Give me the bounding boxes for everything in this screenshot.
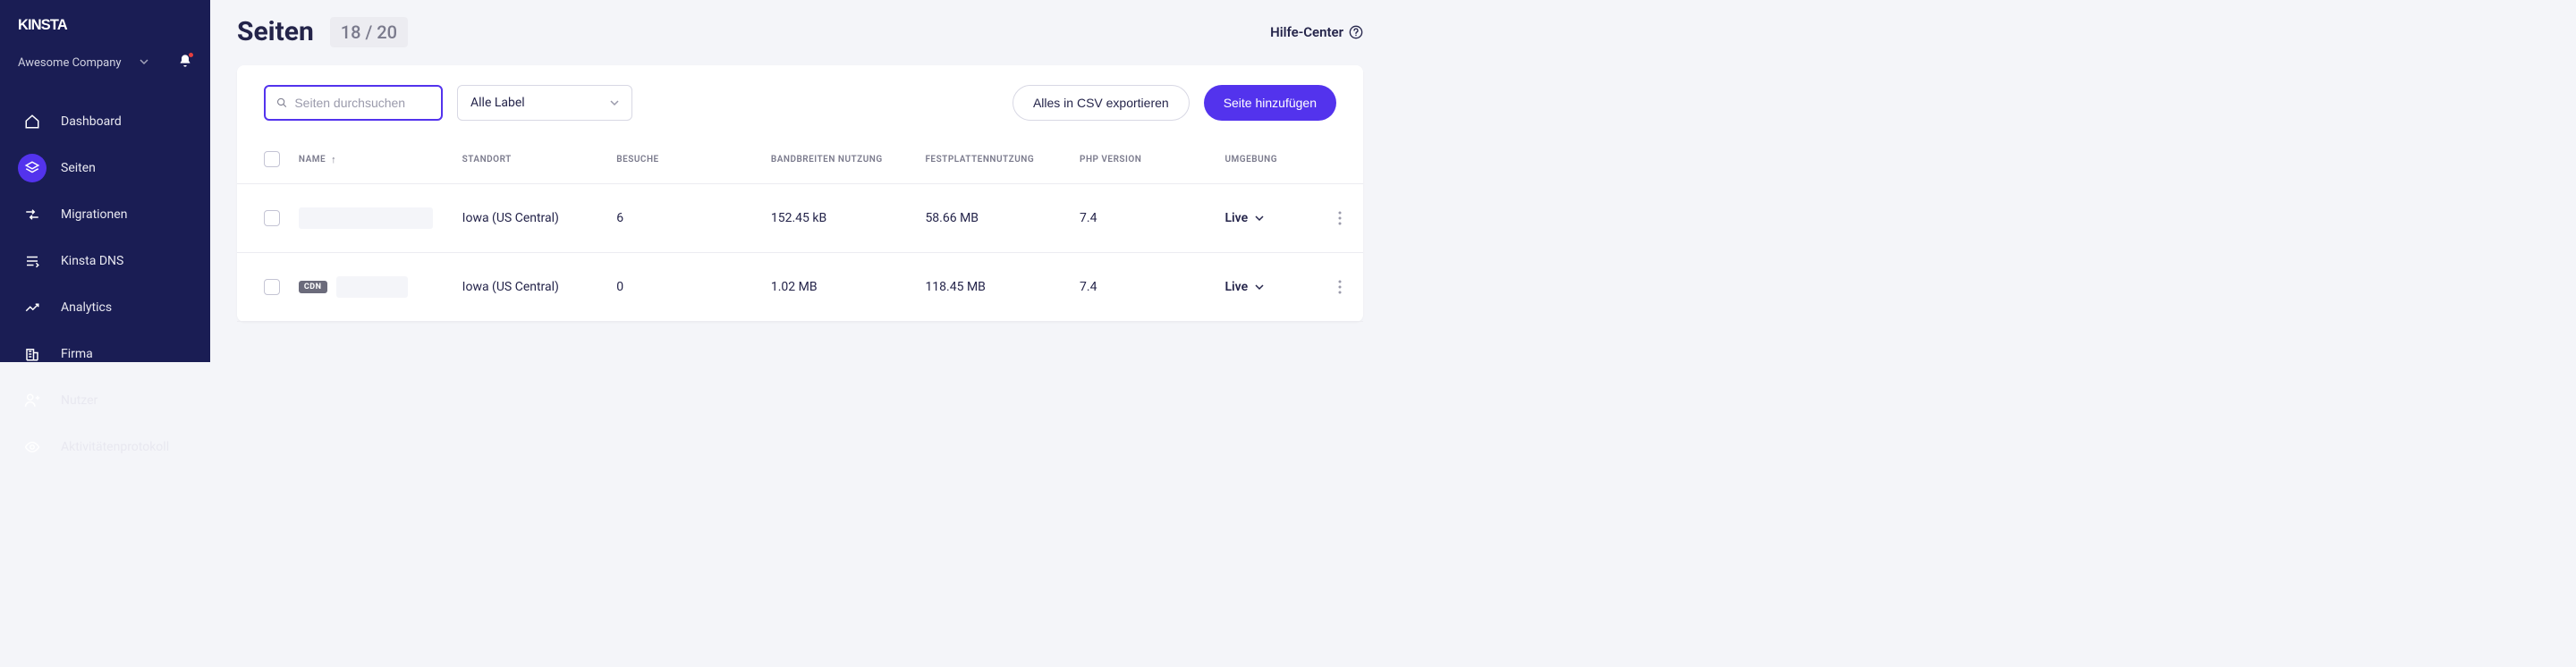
cell-location: Iowa (US Central) — [455, 184, 610, 253]
cell-disk: 58.66 MB — [918, 184, 1072, 253]
site-name-redacted — [299, 207, 433, 229]
add-site-button[interactable]: Seite hinzufügen — [1204, 85, 1336, 121]
select-all-checkbox[interactable] — [264, 151, 280, 167]
help-label: Hilfe-Center — [1270, 24, 1343, 40]
nav-label: Aktivitätenprotokoll — [61, 440, 169, 454]
more-vertical-icon — [1338, 211, 1342, 225]
env-label: Live — [1224, 280, 1248, 294]
page-title: Seiten — [237, 16, 314, 47]
migration-icon — [18, 200, 47, 229]
column-header-location[interactable]: STANDORT — [455, 140, 610, 184]
nav-firma[interactable]: Firma — [0, 331, 210, 377]
sort-arrow-up-icon: ↑ — [331, 154, 336, 165]
nav-kinsta-dns[interactable]: Kinsta DNS — [0, 238, 210, 284]
layers-icon — [18, 154, 47, 182]
more-vertical-icon — [1338, 280, 1342, 294]
sites-table: NAME ↑ STANDORT BESUCHE BANDBREITEN NUTZ… — [237, 140, 1363, 322]
brand-logo: KINSTA — [0, 0, 210, 46]
svg-text:KINSTA: KINSTA — [18, 17, 68, 33]
nav-dashboard[interactable]: Dashboard — [0, 98, 210, 145]
cell-visits: 6 — [609, 184, 764, 253]
nav-seiten[interactable]: Seiten — [0, 145, 210, 191]
search-input[interactable] — [294, 96, 430, 110]
table-row[interactable]: Iowa (US Central) 6 152.45 kB 58.66 MB 7… — [237, 184, 1363, 253]
home-icon — [18, 107, 47, 136]
env-selector[interactable]: Live — [1224, 211, 1319, 225]
row-checkbox[interactable] — [264, 210, 280, 226]
cell-disk: 118.45 MB — [918, 253, 1072, 322]
column-header-php[interactable]: PHP VERSION — [1072, 140, 1217, 184]
chevron-down-icon — [1255, 283, 1264, 291]
main-content: Seiten 18 / 20 Hilfe-Center Alle Label — [210, 0, 1390, 362]
cell-bandwidth: 152.45 kB — [764, 184, 919, 253]
label-filter-select[interactable]: Alle Label — [457, 85, 632, 121]
column-header-env[interactable]: UMGEBUNG — [1217, 140, 1326, 184]
row-checkbox[interactable] — [264, 279, 280, 295]
company-name-label: Awesome Company — [18, 56, 122, 70]
row-actions-button[interactable] — [1334, 280, 1345, 294]
nav-label: Migrationen — [61, 207, 127, 222]
nav-label: Analytics — [61, 300, 112, 315]
nav-label: Firma — [61, 347, 93, 361]
table-row[interactable]: CDN Iowa (US Central) 0 1.02 MB 118.45 M… — [237, 253, 1363, 322]
notifications-button[interactable] — [178, 54, 192, 72]
chevron-down-icon — [140, 56, 148, 70]
row-actions-button[interactable] — [1334, 211, 1345, 225]
label-filter-text: Alle Label — [470, 96, 525, 110]
chevron-down-icon — [1255, 214, 1264, 223]
search-icon — [276, 97, 287, 109]
analytics-icon — [18, 293, 47, 322]
building-icon — [18, 340, 47, 368]
export-csv-button[interactable]: Alles in CSV exportieren — [1013, 85, 1190, 121]
help-icon — [1349, 25, 1363, 39]
cell-location: Iowa (US Central) — [455, 253, 610, 322]
nav-label: Seiten — [61, 161, 96, 175]
company-selector[interactable]: Awesome Company — [18, 56, 148, 70]
chevron-down-icon — [610, 98, 619, 107]
column-header-name[interactable]: NAME ↑ — [299, 154, 448, 165]
sites-panel: Alle Label Alles in CSV exportieren Seit… — [237, 65, 1363, 322]
nav-label: Dashboard — [61, 114, 122, 129]
sidebar: KINSTA Awesome Company Dashboard Seiten — [0, 0, 210, 362]
column-header-visits[interactable]: BESUCHE — [609, 140, 764, 184]
main-nav: Dashboard Seiten Migrationen Kinsta DNS … — [0, 89, 210, 479]
help-center-link[interactable]: Hilfe-Center — [1270, 24, 1363, 40]
cell-bandwidth: 1.02 MB — [764, 253, 919, 322]
nav-analytics[interactable]: Analytics — [0, 284, 210, 331]
nav-migrationen[interactable]: Migrationen — [0, 191, 210, 238]
nav-aktivitaet[interactable]: Aktivitätenprotokoll — [0, 424, 210, 470]
search-input-wrap[interactable] — [264, 85, 443, 121]
dns-icon — [18, 247, 47, 275]
env-label: Live — [1224, 211, 1248, 225]
cell-php: 7.4 — [1072, 253, 1217, 322]
nav-label: Nutzer — [61, 393, 97, 408]
notification-dot — [188, 52, 194, 58]
page-count-badge: 18 / 20 — [330, 17, 408, 47]
users-icon — [18, 386, 47, 415]
site-name-redacted — [336, 276, 408, 298]
cell-visits: 0 — [609, 253, 764, 322]
env-selector[interactable]: Live — [1224, 280, 1319, 294]
eye-icon — [18, 433, 47, 461]
cdn-badge: CDN — [299, 281, 327, 293]
nav-nutzer[interactable]: Nutzer — [0, 377, 210, 424]
column-header-disk[interactable]: FESTPLATTENNUTZUNG — [918, 140, 1072, 184]
column-header-bandwidth[interactable]: BANDBREITEN NUTZUNG — [764, 140, 919, 184]
cell-php: 7.4 — [1072, 184, 1217, 253]
nav-label: Kinsta DNS — [61, 254, 123, 268]
